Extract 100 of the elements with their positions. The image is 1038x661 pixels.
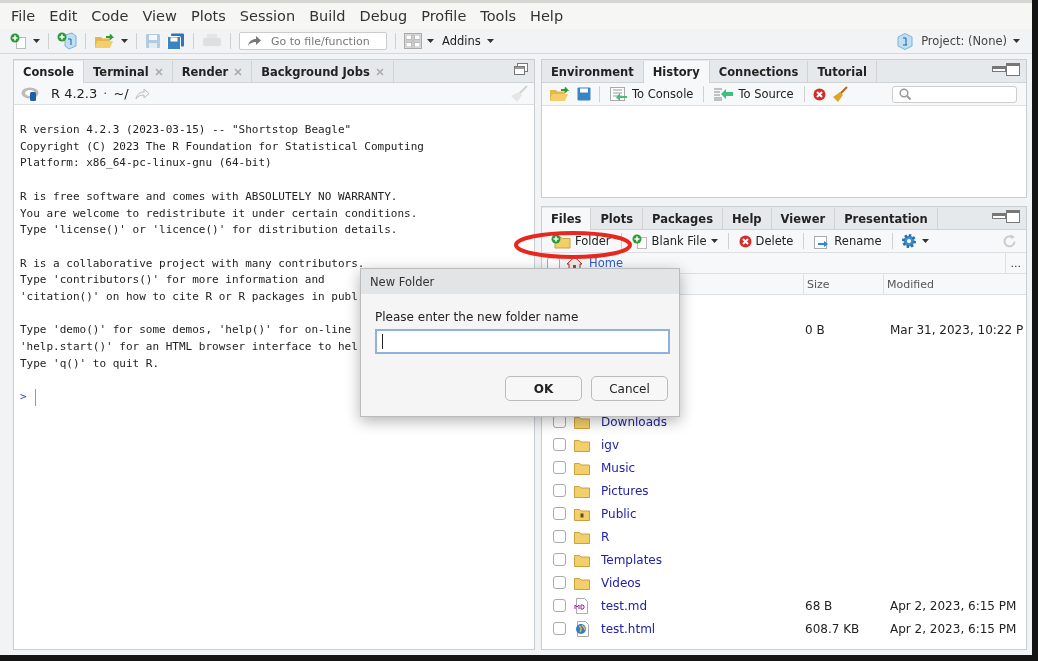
menu-item[interactable]: File — [4, 8, 43, 24]
file-link[interactable]: Downloads — [601, 414, 667, 429]
search-field[interactable] — [892, 85, 1017, 103]
modified-date: Mar 31, 2023, 10:22 P — [890, 322, 1024, 337]
pane-tab[interactable]: Background Jobs — [252, 61, 394, 82]
pane-tab[interactable]: Help — [723, 208, 772, 229]
addins-button[interactable]: Addins — [440, 34, 496, 48]
delete-icon[interactable] — [812, 87, 826, 101]
checkbox[interactable] — [553, 576, 566, 589]
text-cursor — [34, 389, 36, 407]
pane-tab[interactable]: Console — [14, 61, 84, 83]
file-size: 0 B — [805, 322, 825, 337]
maximize-pane-icon[interactable] — [1006, 209, 1020, 223]
new-folder-icon — [551, 233, 571, 249]
close-icon[interactable] — [375, 67, 384, 76]
pane-tab[interactable]: Environment — [542, 61, 644, 82]
pane-tab[interactable]: Presentation — [835, 208, 938, 229]
new-file-icon[interactable] — [10, 33, 28, 49]
modified-date: Apr 2, 2023, 6:15 PM — [890, 598, 1017, 613]
menu-item[interactable]: Edit — [42, 8, 85, 24]
file-action-button[interactable]: Blank File — [629, 233, 720, 249]
search-icon — [899, 88, 911, 100]
arrow-icon[interactable] — [134, 87, 149, 100]
lines-arrow-icon — [714, 87, 735, 101]
pane-tab[interactable]: Viewer — [771, 208, 836, 229]
send-button[interactable]: To Console — [608, 87, 696, 101]
checkbox[interactable] — [553, 553, 566, 566]
dialog-button[interactable]: OK — [505, 376, 582, 401]
pane-tab[interactable]: Packages — [643, 208, 723, 229]
pane-tab[interactable]: Terminal — [84, 61, 173, 82]
file-size: 608.7 KB — [805, 621, 860, 636]
project-menu-button[interactable]: Project: (None) — [919, 34, 1022, 48]
caret-icon — [921, 239, 929, 243]
restore-pane-icon[interactable] — [514, 63, 528, 75]
menu-item[interactable]: Build — [302, 8, 353, 24]
menu-item[interactable]: Code — [84, 8, 136, 24]
file-link[interactable]: Videos — [601, 575, 641, 590]
send-button[interactable]: To Source — [712, 87, 796, 101]
file-size: 68 B — [805, 598, 833, 613]
save-icon[interactable] — [577, 87, 591, 101]
pane-tab[interactable]: Tutorial — [808, 61, 877, 82]
broom-icon[interactable] — [831, 85, 848, 103]
file-link[interactable]: Public — [601, 506, 637, 521]
file-link[interactable]: test.md — [601, 598, 648, 613]
refresh-icon[interactable] — [1002, 233, 1017, 249]
menu-item[interactable]: Plots — [183, 8, 233, 24]
checkbox[interactable] — [553, 530, 566, 543]
caret-icon — [33, 39, 40, 43]
menu-item[interactable]: Tools — [473, 8, 524, 24]
menu-item[interactable]: Debug — [352, 8, 415, 24]
file-action-button[interactable]: Rename — [812, 233, 884, 249]
console-line: You are welcome to redistribute it under certain conditions. — [20, 205, 418, 222]
new-project-icon[interactable] — [57, 32, 77, 50]
menu-item[interactable]: Profile — [414, 8, 474, 24]
minimize-pane-icon[interactable] — [992, 213, 1006, 219]
console-prompt: > — [20, 389, 27, 406]
open-folder-icon[interactable] — [549, 86, 571, 102]
separator-dot: · — [103, 86, 108, 101]
menu-item[interactable]: Help — [523, 8, 571, 24]
minimize-pane-icon[interactable] — [992, 66, 1006, 72]
settings-icon[interactable] — [900, 233, 917, 249]
file-link[interactable]: Templates — [601, 552, 662, 567]
grid-layout-icon[interactable] — [404, 33, 422, 49]
checkbox[interactable] — [553, 507, 566, 520]
file-link[interactable]: Music — [601, 460, 636, 475]
broom-icon[interactable] — [510, 84, 528, 103]
go-to-file-field[interactable]: Go to file/function — [239, 32, 387, 50]
path-link[interactable]: Home — [589, 256, 623, 270]
file-link[interactable]: R — [601, 529, 610, 544]
pane-tab[interactable]: Connections — [709, 61, 809, 82]
console-line: Type 'q()' to quit R. — [20, 355, 160, 372]
pane-tab[interactable]: History — [643, 61, 710, 83]
close-icon[interactable] — [234, 67, 243, 76]
folder-name-field[interactable] — [375, 329, 670, 354]
column-header[interactable]: Size — [803, 274, 883, 294]
column-header[interactable]: Modified — [883, 274, 934, 294]
file-link[interactable]: test.html — [601, 621, 656, 636]
file-link[interactable]: Pictures — [601, 483, 649, 498]
file-link[interactable]: igv — [601, 437, 620, 452]
pane-tab[interactable]: Plots — [591, 208, 643, 229]
checkbox[interactable] — [553, 438, 566, 451]
open-folder-icon[interactable] — [94, 33, 116, 49]
globe-file-icon — [574, 620, 590, 637]
close-icon[interactable] — [154, 67, 163, 76]
file-action-button[interactable]: Delete — [736, 234, 796, 248]
checkbox[interactable] — [553, 461, 566, 474]
console-line: 'citation()' on how to cite R or R packages in publ — [20, 289, 358, 305]
menu-item[interactable]: Session — [232, 8, 303, 24]
folder-icon — [574, 414, 590, 429]
checkbox[interactable] — [553, 599, 566, 612]
pane-tab[interactable]: Files — [542, 208, 592, 230]
console-line: Type 'demo()' for some demos, 'help()' for on-line — [20, 322, 352, 339]
pane-tab[interactable]: Render — [172, 61, 253, 82]
maximize-pane-icon[interactable] — [1006, 62, 1020, 76]
dialog-button[interactable]: Cancel — [591, 376, 668, 401]
menu-item[interactable]: View — [135, 8, 184, 24]
save-all-icon[interactable] — [167, 32, 185, 50]
folder-icon — [574, 483, 590, 498]
checkbox[interactable] — [553, 484, 566, 497]
checkbox[interactable] — [553, 622, 566, 635]
